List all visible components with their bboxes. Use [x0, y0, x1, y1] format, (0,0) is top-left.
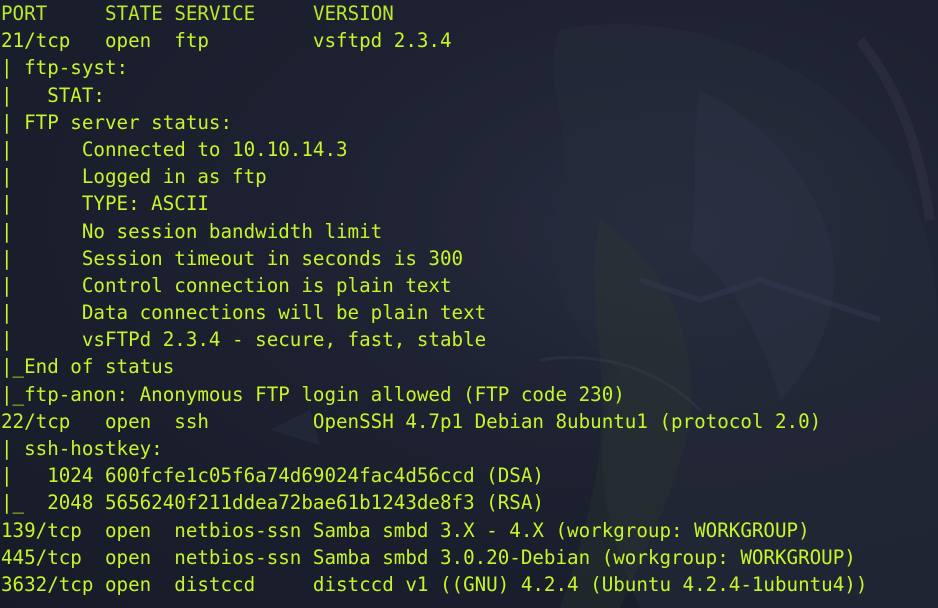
script-output-line: | ftp-syst:	[1, 56, 129, 80]
port-139-row: 139/tcp open netbios-ssn Samba smbd 3.X …	[1, 518, 810, 542]
script-output-line: |_ftp-anon: Anonymous FTP login allowed …	[1, 382, 625, 406]
script-output-line: | vsFTPd 2.3.4 - secure, fast, stable	[1, 328, 487, 352]
script-output-line: | FTP server status:	[1, 110, 233, 134]
header-version: VERSION	[312, 2, 394, 25]
script-output-line: | Logged in as ftp	[1, 165, 267, 189]
nmap-output[interactable]: PORT STATE SERVICE VERSION 21/tcp open ft…	[0, 0, 938, 598]
script-output-line: | Session timeout in seconds is 300	[1, 246, 464, 270]
script-output-line: | Connected to 10.10.14.3	[1, 137, 348, 161]
script-output-line: | Data connections will be plain text	[1, 301, 487, 325]
port-21-row: 21/tcp open ftp vsftpd 2.3.4	[1, 29, 452, 53]
script-output-line: |_ 2048 5656240f211ddea72bae61b1243de8f3…	[1, 491, 544, 515]
script-output-line: | STAT:	[1, 83, 105, 107]
header-port: PORT	[1, 2, 48, 25]
script-output-line: |_End of status	[1, 355, 175, 379]
port-3632-row: 3632/tcp open distccd distccd v1 ((GNU) …	[1, 572, 868, 596]
header-state: STATE	[104, 2, 163, 25]
terminal-window[interactable]: PORT STATE SERVICE VERSION 21/tcp open ft…	[0, 0, 938, 608]
script-output-line: | 1024 600fcfe1c05f6a74d69024fac4d56ccd …	[1, 464, 544, 488]
script-output-line: | No session bandwidth limit	[1, 219, 383, 243]
script-output-line: | ssh-hostkey:	[1, 437, 163, 460]
nmap-header-row: PORT STATE SERVICE VERSION	[1, 0, 938, 27]
port-22-row: 22/tcp open ssh OpenSSH 4.7p1 Debian 8ub…	[1, 409, 822, 433]
script-output-line: | Control connection is plain text	[1, 273, 452, 297]
script-output-line: | TYPE: ASCII	[1, 192, 209, 216]
header-service: SERVICE	[174, 2, 256, 25]
port-445-row: 445/tcp open netbios-ssn Samba smbd 3.0.…	[1, 545, 856, 569]
